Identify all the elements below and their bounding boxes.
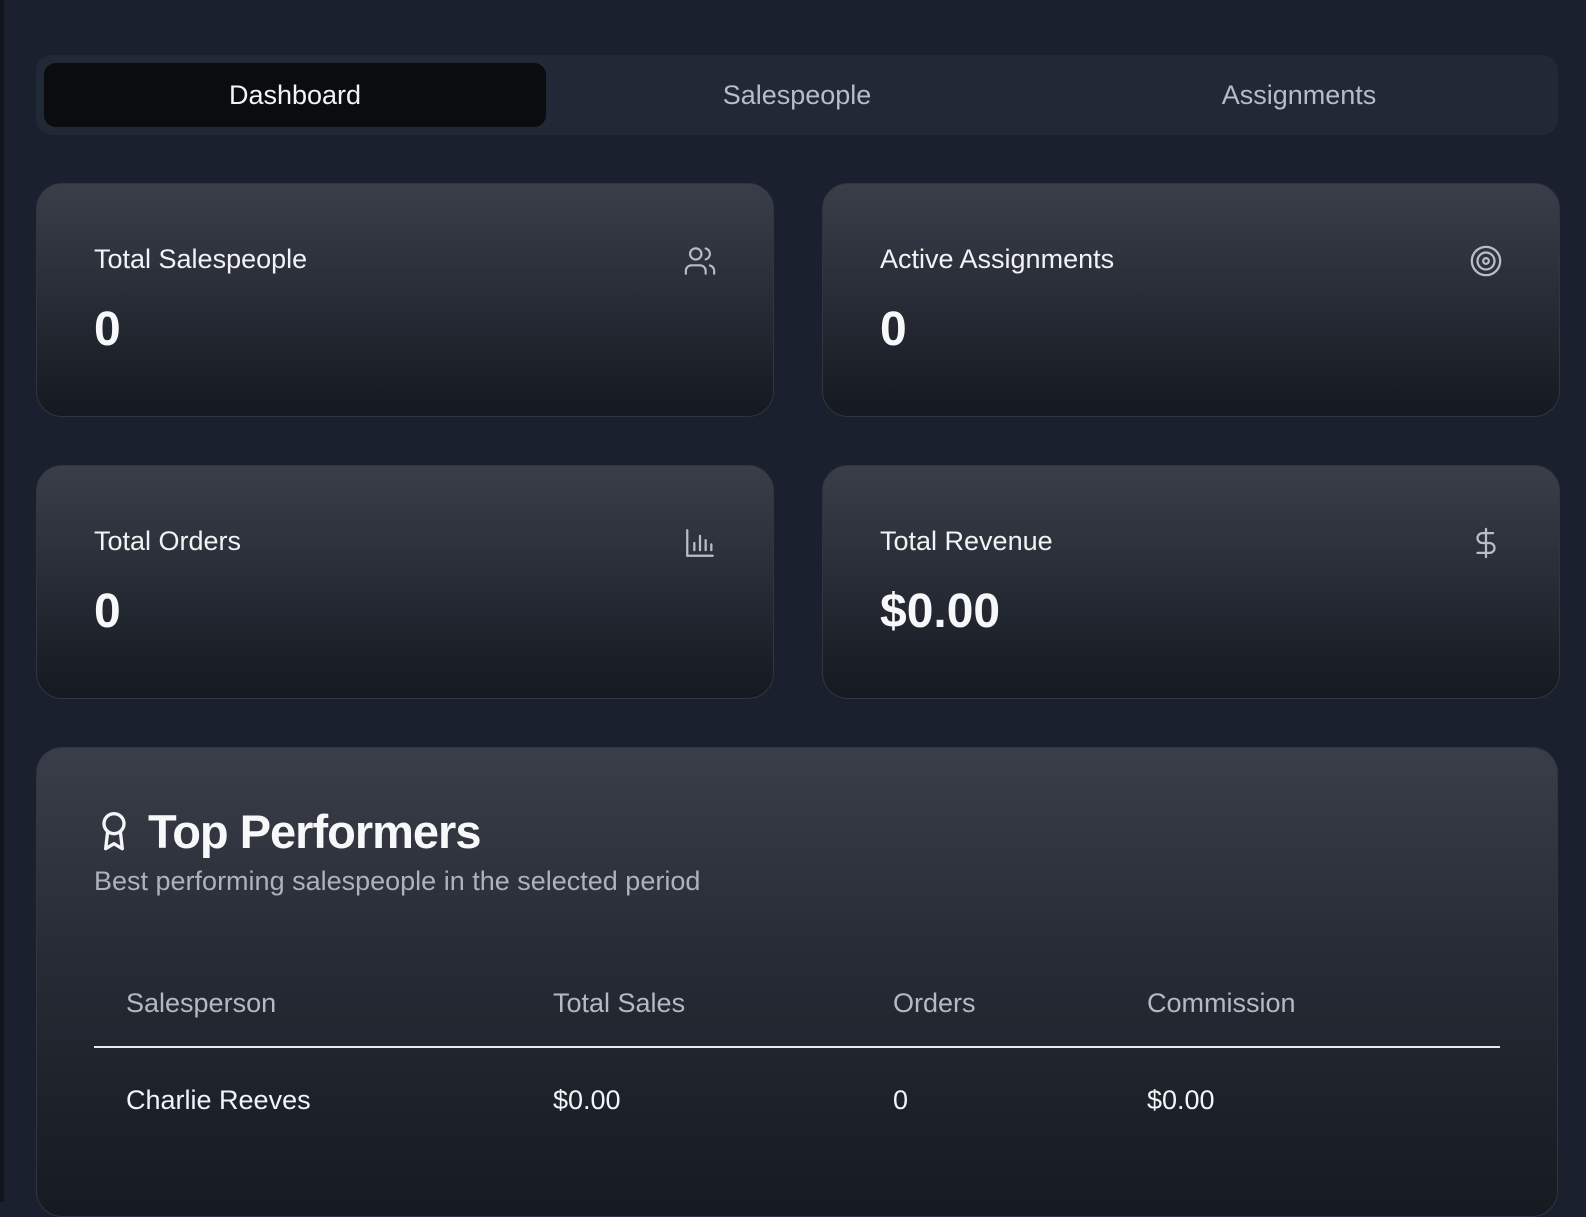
stat-value: 0 — [94, 302, 121, 357]
stat-value: $0.00 — [880, 584, 1000, 639]
stat-label: Total Revenue — [880, 526, 1053, 557]
award-icon — [94, 810, 134, 854]
top-performers-table: Salesperson Total Sales Orders Commissio… — [94, 960, 1500, 1152]
cell-salesperson: Charlie Reeves — [94, 1085, 521, 1116]
stat-label: Total Orders — [94, 526, 241, 557]
dashboard-page: Dashboard Salespeople Assignments Total … — [36, 55, 1558, 1217]
stat-card-total-revenue: Total Revenue $0.00 — [822, 465, 1560, 699]
top-performers-card: Top Performers Best performing salespeop… — [36, 747, 1558, 1217]
tab-salespeople[interactable]: Salespeople — [546, 63, 1048, 127]
table-header: Salesperson Total Sales Orders Commissio… — [94, 960, 1500, 1048]
bar-chart-icon — [683, 526, 717, 560]
stat-label: Active Assignments — [880, 244, 1114, 275]
table-row[interactable]: Charlie Reeves $0.00 0 $0.00 — [94, 1048, 1500, 1152]
tab-bar: Dashboard Salespeople Assignments — [36, 55, 1558, 135]
stat-value: 0 — [94, 584, 121, 639]
cell-orders: 0 — [861, 1085, 1115, 1116]
column-header-orders[interactable]: Orders — [861, 988, 1115, 1019]
column-header-total-sales[interactable]: Total Sales — [521, 988, 861, 1019]
dollar-icon — [1469, 526, 1503, 560]
top-performers-header: Top Performers — [94, 804, 481, 859]
cell-total-sales: $0.00 — [521, 1085, 861, 1116]
target-icon — [1469, 244, 1503, 278]
tab-assignments[interactable]: Assignments — [1048, 63, 1550, 127]
top-performers-title: Top Performers — [148, 804, 481, 859]
stat-card-active-assignments: Active Assignments 0 — [822, 183, 1560, 417]
window-edge — [0, 0, 4, 1202]
stat-label: Total Salespeople — [94, 244, 307, 275]
stat-card-total-orders: Total Orders 0 — [36, 465, 774, 699]
users-icon — [683, 244, 717, 278]
tab-dashboard[interactable]: Dashboard — [44, 63, 546, 127]
column-header-commission[interactable]: Commission — [1115, 988, 1500, 1019]
stats-grid: Total Salespeople 0 Active Assignments 0 — [36, 183, 1558, 699]
column-header-salesperson[interactable]: Salesperson — [94, 988, 521, 1019]
cell-commission: $0.00 — [1115, 1085, 1500, 1116]
top-performers-subtitle: Best performing salespeople in the selec… — [94, 866, 700, 897]
stat-card-total-salespeople: Total Salespeople 0 — [36, 183, 774, 417]
stat-value: 0 — [880, 302, 907, 357]
